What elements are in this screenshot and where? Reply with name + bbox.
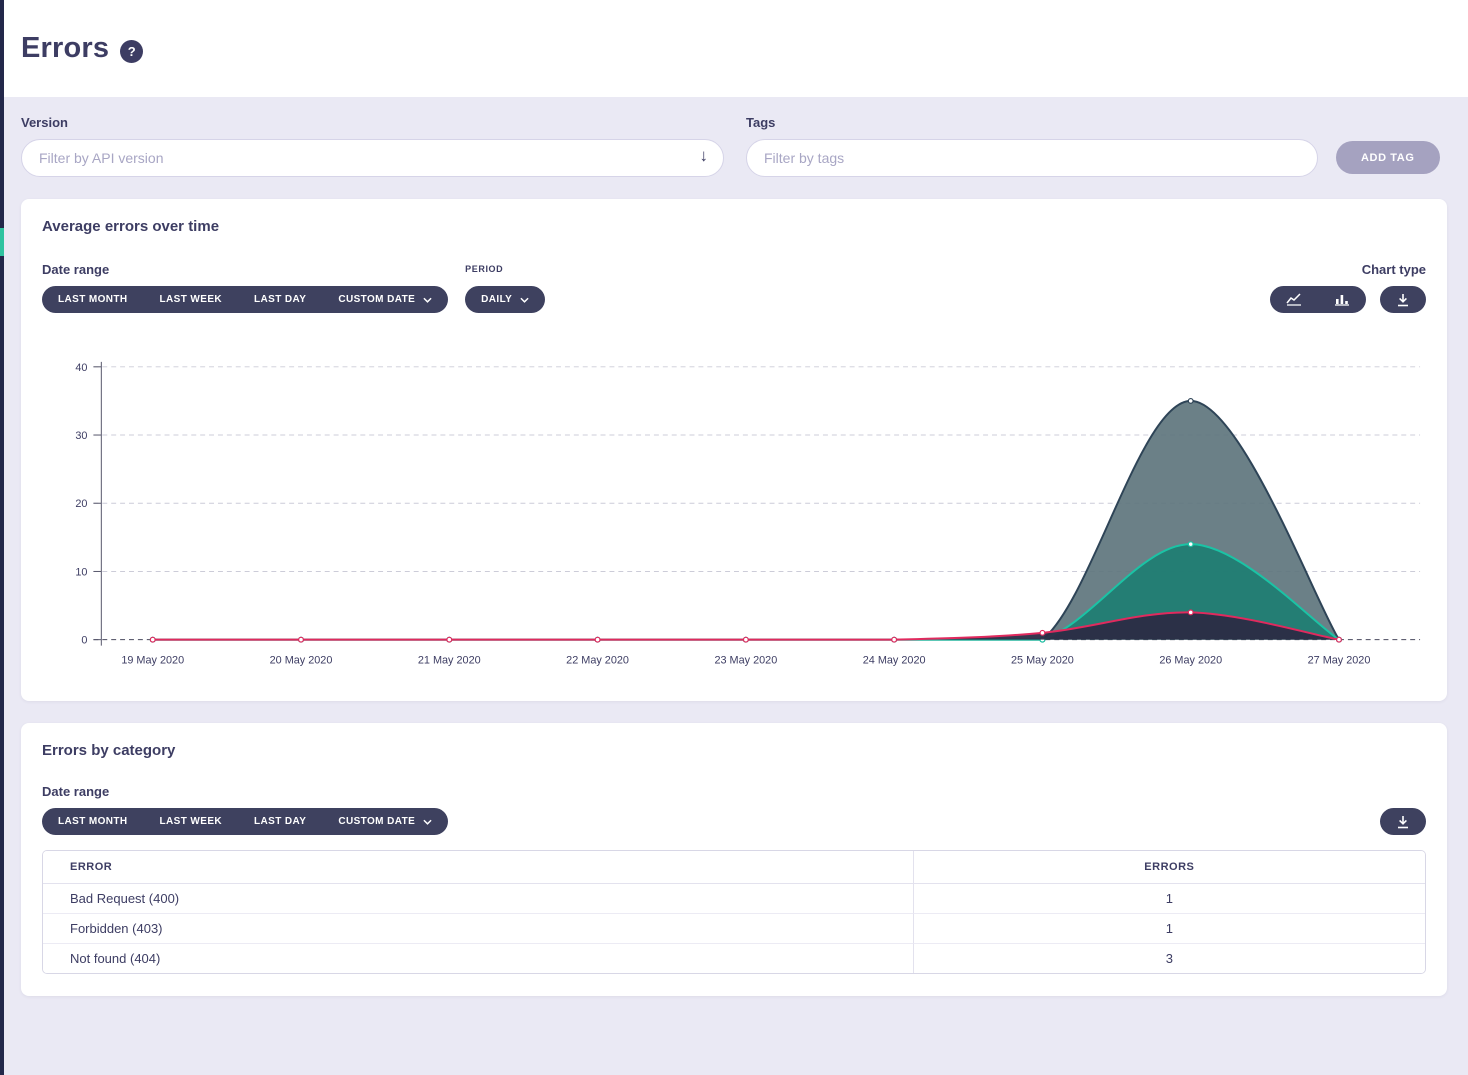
- period-select-button[interactable]: DAILY: [465, 286, 545, 313]
- tags-filter-group: Tags: [746, 115, 1318, 177]
- error-count-cell: 1: [914, 914, 1425, 944]
- line-chart-icon: [1286, 293, 1302, 306]
- download-table-button[interactable]: [1380, 808, 1426, 835]
- date-range-label: Date range: [42, 784, 448, 799]
- date-range-group: LAST MONTH LAST WEEK LAST DAY CUSTOM DATE: [42, 808, 448, 835]
- chevron-down-icon: [423, 819, 432, 825]
- version-filter-group: Version ↓: [21, 115, 724, 177]
- period-label: PERIOD: [465, 264, 545, 274]
- chart-type-label: Chart type: [1270, 262, 1426, 277]
- sidebar-accent-marker: [0, 228, 4, 256]
- filter-bar: Version ↓ Tags ADD TAG: [0, 97, 1468, 177]
- table-row: Bad Request (400)1: [43, 884, 1425, 914]
- svg-text:27 May 2020: 27 May 2020: [1308, 654, 1371, 666]
- range-button-label: LAST DAY: [254, 294, 306, 305]
- svg-text:22 May 2020: 22 May 2020: [566, 654, 629, 666]
- svg-text:23 May 2020: 23 May 2020: [714, 654, 777, 666]
- line-chart-type-button[interactable]: [1270, 286, 1318, 313]
- bar-chart-icon: [1334, 293, 1350, 306]
- page-header: Errors ?: [0, 0, 1468, 97]
- error-name-cell: Forbidden (403): [43, 914, 914, 944]
- bar-chart-type-button[interactable]: [1318, 286, 1366, 313]
- help-icon[interactable]: ?: [120, 40, 143, 63]
- error-name-cell: Not found (404): [43, 944, 914, 973]
- tags-filter-input[interactable]: [746, 139, 1318, 177]
- table-row: Not found (404)3: [43, 944, 1425, 973]
- range-button-last-week[interactable]: LAST WEEK: [144, 286, 239, 313]
- range-button-last-day[interactable]: LAST DAY: [238, 808, 322, 835]
- error-count-cell: 1: [914, 884, 1425, 914]
- add-tag-button[interactable]: ADD TAG: [1336, 141, 1440, 174]
- svg-text:20 May 2020: 20 May 2020: [270, 654, 333, 666]
- download-icon: [1396, 815, 1410, 829]
- error-name-cell: Bad Request (400): [43, 884, 914, 914]
- svg-text:20: 20: [75, 498, 87, 510]
- errors-chart: 0 10 20 30 40 19 May 2020 20 May 2020 21 May 20…: [42, 351, 1426, 679]
- svg-text:0: 0: [81, 635, 87, 647]
- version-filter-input[interactable]: [21, 139, 724, 177]
- collapsed-sidebar-rail[interactable]: [0, 0, 4, 1075]
- range-button-last-week[interactable]: LAST WEEK: [144, 808, 239, 835]
- errors-by-category-card: Errors by category Date range LAST MONTH…: [21, 723, 1447, 996]
- range-button-label: LAST DAY: [254, 816, 306, 827]
- dropdown-arrow-icon[interactable]: ↓: [700, 146, 709, 166]
- tags-label: Tags: [746, 115, 1318, 130]
- svg-text:24 May 2020: 24 May 2020: [863, 654, 926, 666]
- page-title: Errors: [21, 32, 109, 65]
- download-icon: [1396, 293, 1410, 307]
- svg-text:21 May 2020: 21 May 2020: [418, 654, 481, 666]
- svg-text:40: 40: [75, 362, 87, 374]
- average-errors-card: Average errors over time Date range LAST…: [21, 199, 1447, 701]
- range-button-label: CUSTOM DATE: [338, 816, 415, 827]
- svg-text:19 May 2020: 19 May 2020: [121, 654, 184, 666]
- error-count-cell: 3: [914, 944, 1425, 973]
- version-label: Version: [21, 115, 724, 130]
- download-chart-button[interactable]: [1380, 286, 1426, 313]
- range-button-last-month[interactable]: LAST MONTH: [42, 286, 144, 313]
- range-button-label: LAST MONTH: [58, 816, 128, 827]
- svg-text:25 May 2020: 25 May 2020: [1011, 654, 1074, 666]
- table-row: Forbidden (403)1: [43, 914, 1425, 944]
- errors-by-category-title: Errors by category: [42, 742, 1426, 759]
- chevron-down-icon: [423, 297, 432, 303]
- svg-text:10: 10: [75, 566, 87, 578]
- range-button-label: CUSTOM DATE: [338, 294, 415, 305]
- date-range-label: Date range: [42, 262, 448, 277]
- period-value: DAILY: [481, 294, 512, 305]
- range-button-last-day[interactable]: LAST DAY: [238, 286, 322, 313]
- range-button-last-month[interactable]: LAST MONTH: [42, 808, 144, 835]
- range-button-label: LAST WEEK: [160, 294, 223, 305]
- errors-by-category-table: ERROR ERRORS Bad Request (400)1Forbidden…: [42, 850, 1426, 974]
- error-column-header: ERROR: [43, 851, 914, 884]
- range-button-custom-date[interactable]: CUSTOM DATE: [322, 808, 448, 835]
- chevron-down-icon: [520, 297, 529, 303]
- average-errors-title: Average errors over time: [42, 218, 1426, 235]
- errors-table-body: Bad Request (400)1Forbidden (403)1Not fo…: [43, 884, 1425, 973]
- errors-column-header: ERRORS: [914, 851, 1425, 884]
- svg-text:30: 30: [75, 430, 87, 442]
- range-button-label: LAST WEEK: [160, 816, 223, 827]
- range-button-label: LAST MONTH: [58, 294, 128, 305]
- range-button-custom-date[interactable]: CUSTOM DATE: [322, 286, 448, 313]
- date-range-group: LAST MONTH LAST WEEK LAST DAY CUSTOM DATE: [42, 286, 448, 313]
- svg-text:26 May 2020: 26 May 2020: [1159, 654, 1222, 666]
